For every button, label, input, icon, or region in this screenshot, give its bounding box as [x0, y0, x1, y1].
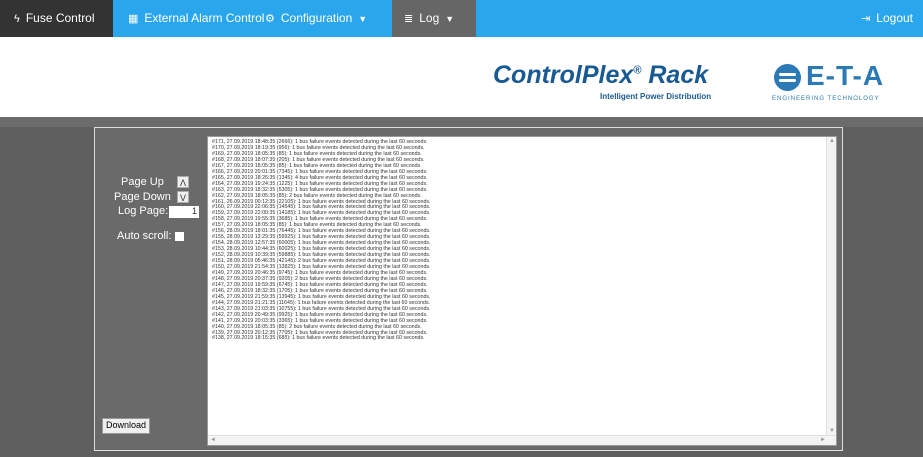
lightning-icon: ϟ — [14, 13, 20, 25]
product-name: ControlPlex — [493, 61, 634, 89]
company-tagline: ENGINEERING TECHNOLOGY — [772, 96, 880, 102]
log-textarea[interactable]: #171, 27.09.2019 18:48:35 (2666): 1 bus … — [207, 136, 837, 446]
horizontal-scrollbar[interactable]: ◄ ► — [208, 435, 836, 445]
scroll-right-icon[interactable]: ► — [820, 437, 826, 443]
log-content: #171, 27.09.2019 18:48:35 (2666): 1 bus … — [212, 139, 822, 342]
nav-configuration-label: Configuration — [280, 11, 353, 25]
nav-fuse-control[interactable]: ϟ Fuse Control — [0, 0, 113, 37]
logout-link[interactable]: ⇥ Logout — [861, 0, 913, 37]
page-down-button[interactable]: V — [177, 191, 189, 203]
scroll-down-icon[interactable]: ▼ — [829, 428, 835, 434]
log-line: #138, 27.09.2019 18:15:35 (685): 1 bus f… — [212, 335, 425, 342]
log-panel: Page Up Λ Page Down V Log Page: 1 Auto s… — [94, 127, 843, 451]
caret-down-icon: ▼ — [358, 14, 368, 24]
top-navigation-bar: ϟ Fuse Control ▦ External Alarm Control ⚙ C… — [0, 0, 923, 37]
download-button[interactable]: Download — [102, 418, 151, 434]
nav-log-label: Log — [419, 11, 440, 25]
product-rack: Rack — [648, 61, 709, 89]
caret-down-icon: ▼ — [445, 14, 455, 24]
nav-log-dropdown[interactable]: ≣ Log ▼ — [392, 0, 476, 37]
header-divider — [0, 117, 923, 127]
page-down-label: Page Down — [114, 191, 171, 203]
nav-fuse-control-label: Fuse Control — [25, 11, 95, 25]
database-icon: ≣ — [404, 13, 414, 25]
page-up-button[interactable]: Λ — [177, 176, 189, 188]
nav-configuration-dropdown[interactable]: ⚙ Configuration ▼ — [265, 0, 367, 37]
nav-external-alarm-label: External Alarm Control — [144, 11, 265, 25]
bar-chart-icon: ▦ — [128, 13, 139, 25]
auto-scroll-label: Auto scroll: — [117, 230, 172, 242]
scroll-left-icon[interactable]: ◄ — [210, 437, 216, 443]
vertical-scrollbar[interactable]: ▲ ▼ — [826, 137, 836, 435]
log-page-label: Log Page: — [118, 205, 169, 217]
scroll-up-icon[interactable]: ▲ — [829, 138, 835, 144]
page-up-label: Page Up — [121, 176, 164, 188]
product-logo: ControlPlex® Rack — [493, 61, 708, 90]
gear-icon: ⚙ — [265, 13, 275, 25]
log-page-input[interactable]: 1 — [169, 206, 199, 218]
brand-header: ControlPlex® Rack Intelligent Power Dist… — [0, 37, 923, 117]
product-subtitle: Intelligent Power Distribution — [600, 92, 712, 101]
company-logo: E-T-A — [806, 60, 885, 91]
auto-scroll-checkbox[interactable] — [175, 232, 184, 241]
logout-icon: ⇥ — [861, 13, 871, 25]
registered-mark: ® — [633, 64, 642, 77]
eta-logo-icon — [774, 64, 801, 91]
logout-label: Logout — [876, 11, 913, 25]
nav-external-alarm-control[interactable]: ▦ External Alarm Control — [128, 0, 264, 37]
